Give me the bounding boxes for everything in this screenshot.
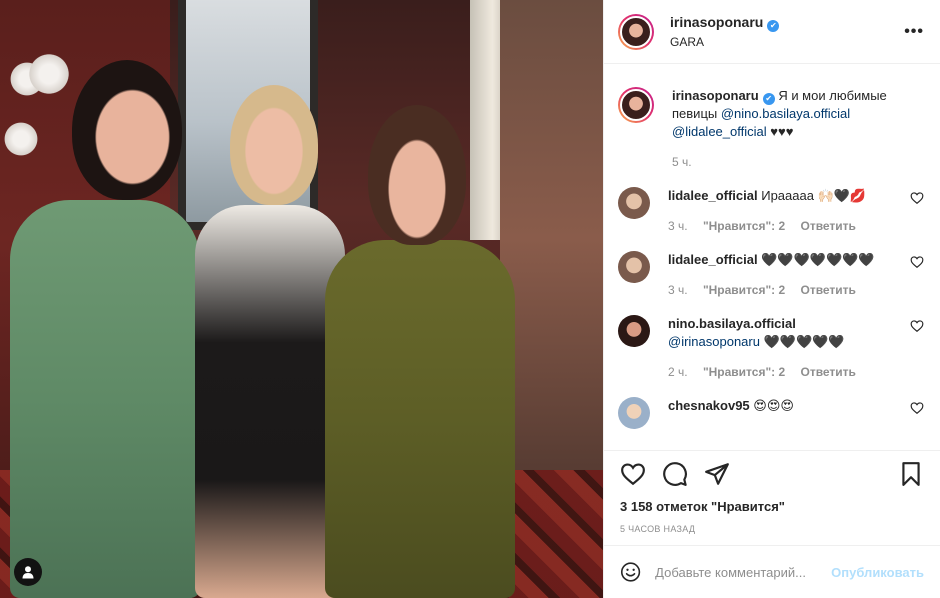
person-2-body: [195, 205, 345, 598]
comment-likes[interactable]: "Нравится": 2: [703, 365, 785, 379]
verified-badge-icon: ✔: [762, 93, 775, 105]
post-location[interactable]: GARA: [670, 35, 904, 49]
comment-item: lidalee_official Ирааааа 🙌🏻🖤💋 3 ч. "Нрав…: [618, 187, 924, 233]
wall-decoration: [26, 51, 72, 97]
comments-list[interactable]: irinasoponaru ✔ Я и мои любимые певицы @n…: [604, 65, 940, 450]
caption-username[interactable]: irinasoponaru: [672, 88, 759, 103]
commenter-avatar[interactable]: [618, 397, 650, 429]
add-comment-bar: Опубликовать: [604, 545, 940, 598]
verified-badge-icon: ✔: [767, 20, 780, 32]
comment-input[interactable]: [655, 564, 832, 580]
more-options-button[interactable]: •••: [904, 23, 924, 41]
caption-time[interactable]: 5 ч.: [672, 155, 692, 169]
post-modal: irinasoponaru ✔ GARA ••• irinasoponaru ✔ Я…: [0, 0, 940, 598]
tagged-users-button[interactable]: [14, 558, 42, 586]
share-paper-plane-icon[interactable]: [704, 461, 730, 487]
caption-avatar[interactable]: [618, 87, 654, 123]
author-avatar[interactable]: [618, 13, 654, 50]
comment-text: 🖤🖤🖤🖤🖤🖤🖤: [761, 252, 875, 267]
comment-mention[interactable]: @irinasoponaru: [668, 334, 760, 349]
comment-time[interactable]: 3 ч.: [668, 219, 688, 233]
like-comment-heart-icon[interactable]: [910, 255, 924, 269]
person-1-head: [72, 60, 182, 200]
reply-button[interactable]: Ответить: [800, 283, 855, 297]
like-comment-heart-icon[interactable]: [910, 401, 924, 415]
comment-bubble-icon[interactable]: [662, 461, 688, 487]
comment-text: Ирааааа 🙌🏻🖤💋: [761, 188, 867, 203]
reply-button[interactable]: Ответить: [800, 219, 855, 233]
caption-mention-lidalee[interactable]: @lidalee_official: [672, 124, 767, 139]
likes-count[interactable]: 3 158 отметок "Нравится": [620, 499, 924, 514]
author-username[interactable]: irinasoponaru: [670, 14, 763, 30]
emoji-icon[interactable]: [620, 559, 641, 585]
post-photo[interactable]: [0, 0, 603, 598]
comment-likes[interactable]: "Нравится": 2: [703, 219, 785, 233]
comment-item: chesnakov95 😍😍😍: [618, 397, 924, 429]
reply-button[interactable]: Ответить: [800, 365, 855, 379]
save-bookmark-icon[interactable]: [898, 461, 924, 487]
person-1-body: [10, 200, 200, 598]
person-3-body: [325, 240, 515, 598]
caption: irinasoponaru ✔ Я и мои любимые певицы @n…: [618, 87, 924, 169]
post-actions: 3 158 отметок "Нравится" 5 ЧАСОВ НАЗАД: [604, 450, 940, 534]
comment-item: nino.basilaya.official @irinasoponaru 🖤🖤🖤…: [618, 315, 924, 379]
commenter-avatar[interactable]: [618, 251, 650, 283]
comment-time[interactable]: 3 ч.: [668, 283, 688, 297]
caption-mention-nino[interactable]: @nino.basilaya.official: [721, 106, 850, 121]
caption-hearts: ♥♥♥: [770, 124, 794, 139]
user-icon: [22, 566, 34, 579]
publish-button[interactable]: Опубликовать: [831, 565, 924, 580]
comment-text: 🖤🖤🖤🖤🖤: [763, 334, 845, 349]
commenter-avatar[interactable]: [618, 315, 650, 347]
comment-text: 😍😍😍: [753, 398, 794, 413]
person-3-head: [368, 105, 466, 245]
post-timestamp[interactable]: 5 ЧАСОВ НАЗАД: [620, 524, 924, 534]
like-comment-heart-icon[interactable]: [910, 191, 924, 205]
comment-username[interactable]: lidalee_official: [668, 252, 758, 267]
comment-username[interactable]: nino.basilaya.official: [668, 316, 796, 331]
post-side-panel: irinasoponaru ✔ GARA ••• irinasoponaru ✔ Я…: [603, 0, 940, 598]
comment-username[interactable]: lidalee_official: [668, 188, 758, 203]
comment-time[interactable]: 2 ч.: [668, 365, 688, 379]
like-comment-heart-icon[interactable]: [910, 319, 924, 333]
comment-username[interactable]: chesnakov95: [668, 398, 750, 413]
wall-decoration: [2, 120, 40, 158]
person-2-head: [230, 85, 318, 205]
like-heart-icon[interactable]: [620, 461, 646, 487]
comment-likes[interactable]: "Нравится": 2: [703, 283, 785, 297]
post-header: irinasoponaru ✔ GARA •••: [604, 0, 940, 64]
commenter-avatar[interactable]: [618, 187, 650, 219]
comment-item: lidalee_official 🖤🖤🖤🖤🖤🖤🖤 3 ч. "Нравится"…: [618, 251, 924, 297]
